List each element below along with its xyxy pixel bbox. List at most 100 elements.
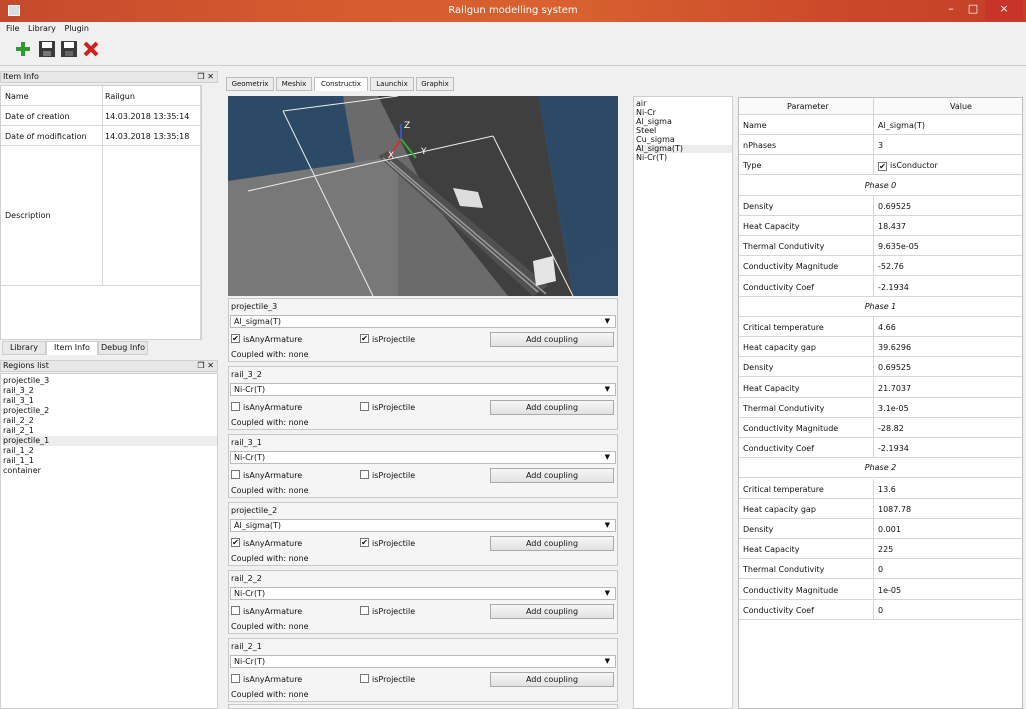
conductor-checkbox[interactable]: ✔ <box>878 162 887 172</box>
table-row[interactable]: nPhases 3 <box>739 135 1022 156</box>
maximize-button[interactable]: □ <box>962 0 984 20</box>
tab-meshix[interactable]: Meshix <box>276 77 312 91</box>
list-item[interactable]: projectile_3 <box>3 376 217 386</box>
name-value[interactable]: Railgun <box>105 92 135 101</box>
tab-item-info[interactable]: Item Info <box>46 341 98 355</box>
armature-checkbox[interactable] <box>231 606 240 615</box>
list-item[interactable]: rail_3_1 <box>3 396 217 406</box>
material-select[interactable]: Ni-Cr(T) ▼ <box>230 383 616 396</box>
list-item[interactable]: Al_sigma <box>636 118 732 126</box>
panel-float-close-icon[interactable]: ❒ ✕ <box>197 361 214 371</box>
param-value[interactable]: 3 <box>878 141 883 150</box>
table-row[interactable]: Density 0.69525 <box>739 357 1022 378</box>
table-row[interactable]: Heat Capacity 21.7037 <box>739 377 1022 398</box>
list-item[interactable]: Cu_sigma <box>636 136 732 144</box>
add-coupling-button[interactable]: Add coupling <box>490 332 614 347</box>
list-item[interactable]: rail_3_2 <box>3 386 217 396</box>
save-icon[interactable] <box>38 40 56 58</box>
table-row[interactable]: Critical temperature 4.66 <box>739 317 1022 337</box>
param-value[interactable]: 1087.78 <box>878 505 911 514</box>
list-item[interactable]: rail_2_2 <box>3 416 217 426</box>
material-select[interactable]: Ni-Cr(T) ▼ <box>230 655 616 668</box>
param-value[interactable]: 0 <box>878 565 883 574</box>
add-coupling-button[interactable]: Add coupling <box>490 468 614 483</box>
armature-checkbox[interactable] <box>231 470 240 479</box>
param-value[interactable]: 21.7037 <box>878 384 911 393</box>
panel-float-close-icon[interactable]: ❒ ✕ <box>197 72 214 82</box>
tab-graphix[interactable]: Graphix <box>416 77 454 91</box>
table-row[interactable]: Thermal Condutivity 9.635e-05 <box>739 236 1022 257</box>
projectile-checkbox[interactable] <box>360 402 369 411</box>
list-item[interactable]: Ni-Cr <box>636 109 732 117</box>
projectile-checkbox[interactable] <box>360 606 369 615</box>
armature-checkbox[interactable] <box>231 402 240 411</box>
tab-library[interactable]: Library <box>2 341 46 355</box>
param-value[interactable]: -2.1934 <box>878 444 909 453</box>
material-select[interactable]: Al_sigma(T) ▼ <box>230 519 616 532</box>
table-row[interactable]: Conductivity Magnitude -28.82 <box>739 418 1022 438</box>
tab-launchix[interactable]: Launchix <box>370 77 414 91</box>
table-row[interactable]: Conductivity Magnitude 1e-05 <box>739 579 1022 600</box>
table-row[interactable]: Density 0.69525 <box>739 195 1022 216</box>
table-row[interactable]: Heat Capacity 18.437 <box>739 216 1022 236</box>
3d-viewport[interactable]: X Y Z <box>228 96 618 296</box>
table-row[interactable]: Heat capacity gap 39.6296 <box>739 337 1022 358</box>
param-value[interactable]: 13.6 <box>878 485 896 494</box>
param-value[interactable]: 3.1e-05 <box>878 404 909 413</box>
projectile-checkbox[interactable] <box>360 674 369 683</box>
table-row[interactable]: Conductivity Coef -2.1934 <box>739 276 1022 297</box>
material-select[interactable]: Ni-Cr(T) ▼ <box>230 451 616 464</box>
armature-checkbox[interactable] <box>231 674 240 683</box>
add-coupling-button[interactable]: Add coupling <box>490 604 614 619</box>
menu-library[interactable]: Library <box>22 22 56 33</box>
param-value[interactable]: 9.635e-05 <box>878 242 919 251</box>
list-item[interactable]: rail_2_1 <box>3 426 217 436</box>
projectile-checkbox[interactable] <box>360 470 369 479</box>
add-coupling-button[interactable]: Add coupling <box>490 536 614 551</box>
table-row[interactable]: Thermal Condutivity 0 <box>739 559 1022 580</box>
list-item[interactable]: projectile_1 <box>3 436 217 446</box>
menu-plugin[interactable]: Plugin <box>58 22 89 33</box>
table-row[interactable]: Heat capacity gap 1087.78 <box>739 498 1022 519</box>
armature-checkbox[interactable]: ✔ <box>231 538 240 547</box>
tab-constructix[interactable]: Constructix <box>314 77 368 91</box>
add-coupling-button[interactable]: Add coupling <box>490 672 614 687</box>
material-select[interactable]: Ni-Cr(T) ▼ <box>230 587 616 600</box>
list-item[interactable]: projectile_2 <box>3 406 217 416</box>
list-item[interactable]: container <box>3 466 217 476</box>
param-value[interactable]: 4.66 <box>878 323 896 332</box>
close-button[interactable]: × <box>985 0 1023 20</box>
list-item[interactable]: Al_sigma(T) <box>636 145 732 153</box>
list-item[interactable]: Ni-Cr(T) <box>636 154 732 162</box>
list-item[interactable]: Steel <box>636 127 732 135</box>
save-as-icon[interactable] <box>60 40 78 58</box>
param-value[interactable]: 0.001 <box>878 525 901 534</box>
table-row[interactable]: Conductivity Magnitude -52.76 <box>739 256 1022 277</box>
table-row[interactable]: Name Al_sigma(T) <box>739 115 1022 135</box>
param-value[interactable]: 1e-05 <box>878 586 901 595</box>
projectile-checkbox[interactable]: ✔ <box>360 334 369 343</box>
minimize-button[interactable]: – <box>940 0 962 20</box>
armature-checkbox[interactable]: ✔ <box>231 334 240 343</box>
add-coupling-button[interactable]: Add coupling <box>490 400 614 415</box>
param-value[interactable]: 0.69525 <box>878 202 911 211</box>
param-value[interactable]: -28.82 <box>878 424 904 433</box>
param-value[interactable]: 225 <box>878 545 893 554</box>
param-value[interactable]: ✔ isConductor <box>878 161 938 172</box>
param-value[interactable]: 18.437 <box>878 222 906 231</box>
table-row[interactable]: Critical temperature 13.6 <box>739 478 1022 499</box>
tab-geometrix[interactable]: Geometrix <box>226 77 274 91</box>
menu-file[interactable]: File <box>0 22 19 33</box>
list-item[interactable]: rail_1_1 <box>3 456 217 466</box>
material-select[interactable]: Al_sigma(T) ▼ <box>230 315 616 328</box>
tab-debug-info[interactable]: Debug Info <box>98 341 148 355</box>
param-value[interactable]: 0 <box>878 606 883 615</box>
list-item[interactable]: air <box>636 100 732 108</box>
table-row[interactable]: Thermal Condutivity 3.1e-05 <box>739 397 1022 418</box>
plus-icon[interactable] <box>14 40 32 58</box>
table-row[interactable]: Heat Capacity 225 <box>739 539 1022 560</box>
table-row[interactable]: Conductivity Coef 0 <box>739 599 1022 620</box>
param-value[interactable]: 39.6296 <box>878 343 911 352</box>
table-row[interactable]: Conductivity Coef -2.1934 <box>739 438 1022 459</box>
list-item[interactable]: rail_1_2 <box>3 446 217 456</box>
